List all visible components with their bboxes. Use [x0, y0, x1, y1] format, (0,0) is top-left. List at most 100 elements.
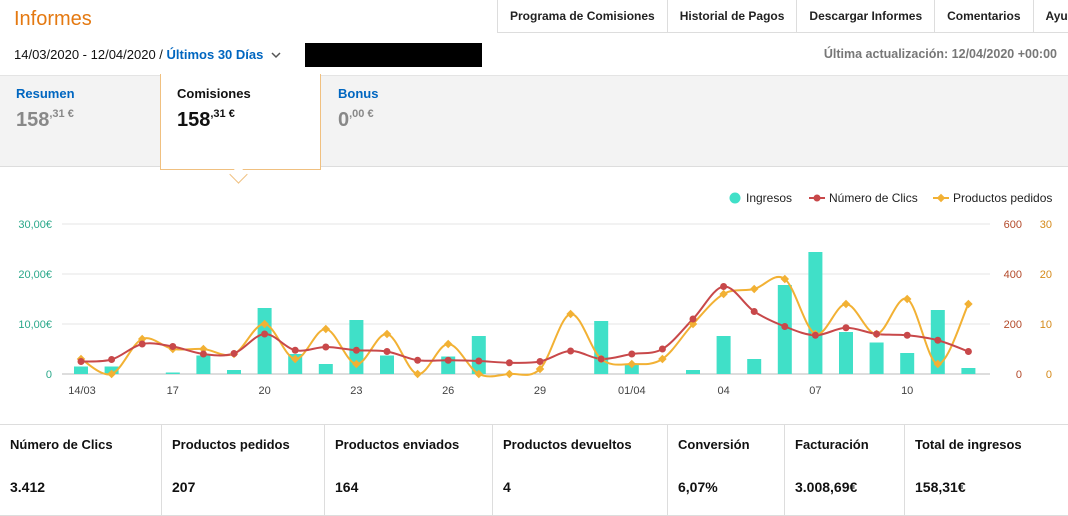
metric-facturacion: Facturación 3.008,69€ [785, 425, 905, 515]
point-numero-clics [750, 308, 758, 315]
page-title: Informes [14, 8, 92, 30]
bar-ingresos [594, 321, 609, 374]
nav-comentarios[interactable]: Comentarios [935, 0, 1034, 32]
top-nav: Programa de Comisiones Historial de Pago… [497, 0, 1068, 33]
tab-bonus-value: 0,00 € [338, 108, 374, 131]
metric-label: Productos enviados [335, 437, 460, 452]
y-tick-label-right-clicks: 0 [1016, 369, 1022, 381]
tab-resumen-value: 158,31 € [16, 108, 74, 131]
metric-value: 3.008,69€ [795, 479, 858, 495]
nav-programa-comisiones[interactable]: Programa de Comisiones [498, 0, 668, 32]
point-numero-clics [383, 348, 391, 355]
y-tick-label-left: 30,00€ [18, 219, 52, 231]
point-productos-pedidos [749, 284, 759, 294]
metric-label: Total de ingresos [915, 437, 1022, 452]
point-numero-clics [903, 331, 911, 339]
bar-ingresos [716, 336, 731, 374]
metric-value: 6,07% [678, 479, 718, 495]
tab-comisiones[interactable]: Comisiones 158,31 € [177, 86, 251, 175]
point-numero-clics [689, 315, 697, 323]
point-productos-pedidos [841, 299, 851, 309]
tab-bonus-label: Bonus [338, 86, 379, 101]
metric-label: Número de Clics [10, 437, 113, 452]
metric-value: 164 [335, 479, 359, 495]
x-tick-label: 04 [717, 385, 729, 397]
tab-comisiones-label: Comisiones [177, 86, 251, 101]
point-numero-clics [322, 343, 330, 351]
metric-total-ingresos: Total de ingresos 158,31€ [905, 425, 1068, 515]
bar-ingresos [869, 342, 884, 374]
y-tick-label-right-orders: 10 [1040, 319, 1052, 331]
point-numero-clics [444, 356, 452, 364]
point-numero-clics [77, 358, 85, 365]
x-tick-label: 17 [167, 385, 179, 397]
chevron-down-icon[interactable] [271, 51, 281, 59]
point-numero-clics [964, 348, 972, 355]
legend-label-ingresos: Ingresos [746, 191, 792, 205]
bar-ingresos [227, 370, 241, 374]
x-tick-label: 26 [442, 385, 454, 397]
metric-label: Facturación [795, 437, 869, 452]
last-updated: Última actualización: 12/04/2020 +00:00 [823, 47, 1057, 61]
legend-label-pedidos: Productos pedidos [953, 191, 1052, 205]
metric-devueltos: Productos devueltos 4 [493, 425, 668, 515]
y-tick-label-right-orders: 0 [1046, 369, 1052, 381]
metric-pedidos: Productos pedidos 207 [162, 425, 325, 515]
point-numero-clics [169, 343, 177, 350]
bar-ingresos [257, 308, 272, 374]
nav-descargar-informes[interactable]: Descargar Informes [797, 0, 936, 32]
nav-historial-pagos[interactable]: Historial de Pagos [668, 0, 798, 32]
x-tick-label: 20 [258, 385, 270, 397]
y-tick-label-left: 20,00€ [18, 269, 52, 281]
point-numero-clics [291, 346, 299, 354]
metric-value: 158,31€ [915, 479, 966, 495]
metric-value: 3.412 [10, 479, 46, 495]
x-tick-label: 07 [809, 385, 821, 397]
legend-marker-ingresos [729, 192, 741, 204]
point-numero-clics [261, 330, 269, 338]
bar-ingresos [900, 353, 915, 374]
x-tick-label: 23 [350, 385, 362, 397]
metric-conversion: Conversión 6,07% [668, 425, 785, 515]
point-numero-clics [414, 356, 422, 364]
point-numero-clics [811, 331, 819, 339]
y-tick-label-right-clicks: 600 [1004, 219, 1022, 231]
point-productos-pedidos [382, 329, 392, 339]
y-tick-label-right-clicks: 200 [1004, 319, 1022, 331]
metric-label: Productos pedidos [172, 437, 290, 452]
legend-marker-pedidos [936, 193, 946, 203]
metric-value: 207 [172, 479, 196, 495]
tab-resumen[interactable]: Resumen 158,31 € [16, 86, 75, 175]
point-numero-clics [138, 340, 146, 348]
tab-comisiones-value: 158,31 € [177, 108, 235, 131]
bar-ingresos [686, 370, 700, 374]
nav-ayuda[interactable]: Ayuda [1034, 0, 1068, 32]
bar-ingresos [808, 252, 823, 374]
earnings-chart: 0 10,00€ 20,00€ 30,00€ 0 200 400 600 0 10 20 30 14/0… [18, 191, 1052, 397]
point-numero-clics [658, 345, 666, 353]
metric-clics: Número de Clics 3.412 [0, 425, 162, 515]
point-numero-clics [781, 323, 789, 330]
point-numero-clics [108, 356, 116, 363]
y-tick-label-right-clicks: 400 [1004, 269, 1022, 281]
x-tick-label: 10 [901, 385, 913, 397]
metric-enviados: Productos enviados 164 [325, 425, 493, 515]
tab-resumen-label: Resumen [16, 86, 75, 101]
metric-value: 4 [503, 479, 511, 495]
bar-ingresos [380, 355, 394, 374]
point-numero-clics [934, 336, 942, 344]
line-productos-pedidos [80, 276, 970, 378]
y-tick-label-right-orders: 20 [1040, 269, 1052, 281]
y-tick-label-left: 0 [46, 369, 52, 381]
tab-bonus[interactable]: Bonus 0,00 € [338, 86, 378, 175]
point-numero-clics [628, 350, 636, 358]
date-range-selector[interactable]: 14/03/2020 - 12/04/2020 / Últimos 30 Día… [14, 47, 281, 62]
point-numero-clics [567, 347, 575, 355]
bar-ingresos [471, 336, 486, 374]
point-productos-pedidos [321, 324, 331, 334]
y-tick-label-left: 10,00€ [18, 319, 52, 331]
bar-ingresos [196, 355, 211, 374]
bar-ingresos [318, 364, 333, 374]
metrics-row: Número de Clics 3.412 Productos pedidos … [0, 424, 1068, 516]
date-preset-link[interactable]: Últimos 30 Días [167, 47, 264, 62]
